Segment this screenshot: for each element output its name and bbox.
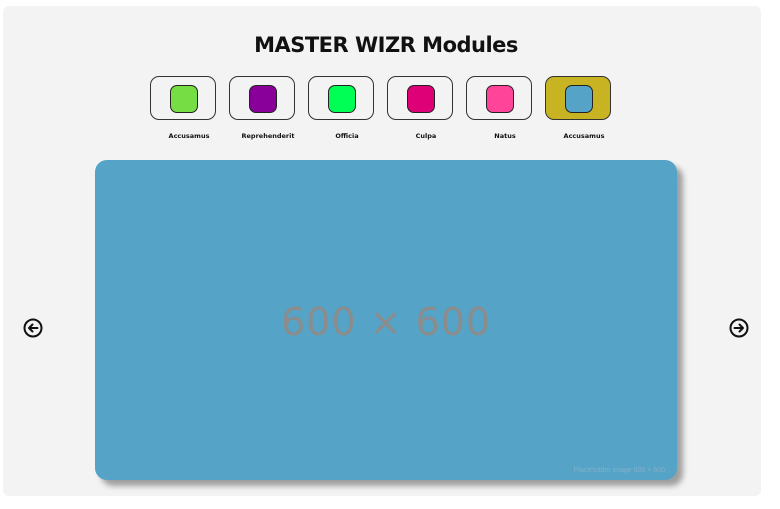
module-color-swatch — [328, 85, 356, 113]
module-label: Natus — [494, 132, 516, 140]
module-button-reprehenderit[interactable] — [229, 76, 295, 120]
module-color-swatch — [565, 85, 593, 113]
module-button-natus[interactable] — [466, 76, 532, 120]
module-label: Officia — [335, 132, 359, 140]
module-label: Accusamus — [563, 132, 605, 140]
arrow-left-circle-icon[interactable] — [23, 318, 43, 338]
module-label: Accusamus — [168, 132, 210, 140]
module-label: Reprehenderit — [241, 132, 295, 140]
module-label: Culpa — [415, 132, 437, 140]
module-button-culpa[interactable] — [387, 76, 453, 120]
slide-preview-image: 600 × 600 Placeholder image 600 × 600 — [95, 160, 677, 480]
module-color-swatch — [170, 85, 198, 113]
arrow-right-circle-icon[interactable] — [729, 318, 749, 338]
module-button-accusamus-active[interactable] — [545, 76, 611, 120]
module-color-swatch — [407, 85, 435, 113]
module-color-swatch — [249, 85, 277, 113]
placeholder-dimension-text: 600 × 600 — [280, 300, 492, 344]
image-credit-text: Placeholder image 600 × 600 — [573, 467, 665, 474]
module-color-swatch — [486, 85, 514, 113]
module-button-accusamus[interactable] — [150, 76, 216, 120]
page-title: MASTER WIZR Modules — [254, 33, 518, 57]
module-button-officia[interactable] — [308, 76, 374, 120]
